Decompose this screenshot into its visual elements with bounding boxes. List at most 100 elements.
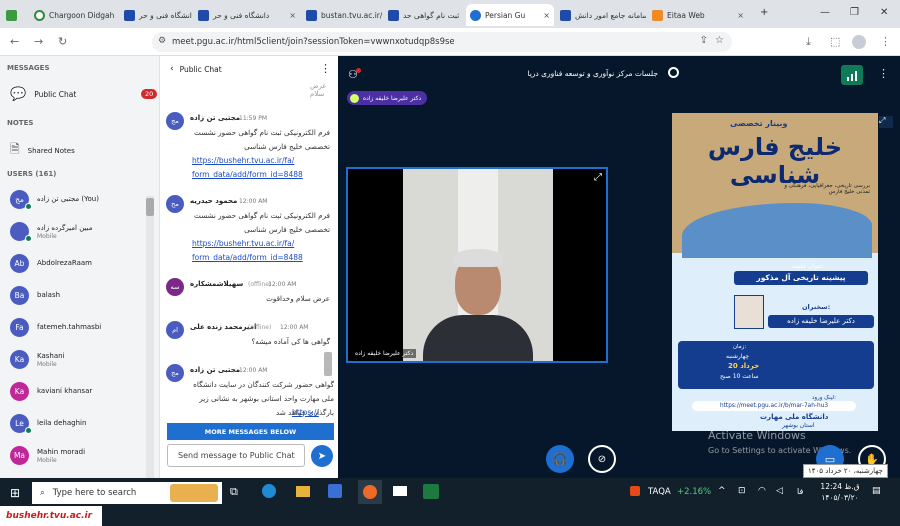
store-icon[interactable]	[328, 484, 342, 498]
user-list-item[interactable]: Ab AbdolrezaRaam	[10, 254, 92, 273]
tray-chevron-icon[interactable]: ^	[718, 486, 726, 496]
webcam-tile[interactable]: ⤢ دکتر علیرضا خلیفه زاده	[346, 167, 608, 363]
sidebar-item-shared-notes[interactable]: 🗎 Shared Notes	[10, 140, 75, 161]
browser-tab-bar: Chargoon Didgah× دانشگاه فنی و حر دانشگا…	[0, 0, 900, 28]
extension-icon[interactable]: ⬚	[830, 35, 840, 48]
wifi-icon[interactable]: ◠	[758, 486, 766, 496]
star-icon[interactable]: ☆	[715, 35, 724, 46]
excel-icon[interactable]	[423, 484, 439, 499]
message-author: مجتبی تن زاده	[190, 114, 241, 122]
options-menu-icon[interactable]: ⋮	[878, 67, 889, 80]
close-icon[interactable]: ×	[289, 11, 296, 20]
forward-icon[interactable]: →	[34, 35, 43, 48]
mail-icon[interactable]	[393, 486, 407, 496]
system-clock[interactable]: 12:24 ق.ظ ۱۴۰۵/۰۳/۲۰	[820, 481, 860, 503]
avatar: Fa	[10, 318, 29, 337]
site-info-icon[interactable]: ⚙	[158, 36, 166, 46]
avatar: Ma	[10, 446, 29, 465]
browser-tab[interactable]: دانشگاه فنی و حر	[120, 4, 192, 26]
tab-label: دانشگاه فنی و حر	[213, 10, 270, 20]
scrollbar-thumb[interactable]	[146, 198, 154, 216]
user-list-item[interactable]: Ba balash	[10, 286, 60, 305]
user-list-item[interactable]: Fa fatemeh.tahmasbi	[10, 318, 101, 337]
message-link[interactable]: https://	[292, 406, 319, 420]
sidebar-item-public-chat[interactable]: 💬 Public Chat 20	[10, 87, 158, 102]
tab-favicon	[6, 9, 17, 21]
browser-tab[interactable]: Eitaa Web ×	[648, 4, 748, 26]
browser-tab[interactable]: bustan.tvu.ac.ir/	[302, 4, 382, 26]
slide-sea	[682, 203, 872, 258]
language-indicator[interactable]: فا	[797, 487, 803, 496]
chat-back-button[interactable]: ‹ Public Chat	[170, 64, 222, 74]
connection-status-icon[interactable]	[841, 65, 863, 85]
download-icon[interactable]: ⤓	[806, 35, 811, 49]
chat-options-icon[interactable]: ⋮	[320, 62, 331, 75]
audio-button[interactable]: 🎧	[546, 445, 574, 473]
menu-icon[interactable]: ⋮	[880, 35, 891, 48]
presenter-hair	[453, 249, 503, 267]
speaker-icon	[470, 9, 481, 21]
message-link[interactable]: https://bushehr.tvu.ac.ir/fa/	[192, 237, 294, 251]
avatar: Ab	[10, 254, 29, 273]
fullscreen-icon[interactable]: ⤢	[594, 172, 602, 183]
volume-icon[interactable]: ◁	[776, 486, 783, 496]
url-field[interactable]: ⚙ meet.pgu.ac.ir/html5client/join?sessio…	[152, 32, 732, 52]
network-icon[interactable]: ⊡	[738, 486, 746, 496]
chat-message-input[interactable]: Send message to Public Chat	[167, 444, 305, 467]
user-name: leila dehaghin	[37, 419, 87, 427]
user-list-item[interactable]: Ka kaviani khansar	[10, 382, 92, 401]
more-messages-button[interactable]: MORE MESSAGES BELOW	[167, 423, 334, 440]
back-icon[interactable]: ←	[10, 35, 19, 48]
message-time: 12:00 AM	[239, 367, 268, 374]
new-tab-button[interactable]: +	[760, 7, 768, 18]
headphones-icon: 🎧	[552, 452, 568, 466]
recording-indicator-icon[interactable]	[668, 67, 679, 78]
video-button[interactable]: ⊘	[588, 445, 616, 473]
search-icon: ⌕	[40, 488, 45, 498]
restore-icon[interactable]: ❐	[850, 7, 859, 18]
close-window-icon[interactable]: ✕	[880, 7, 888, 18]
close-icon[interactable]: ×	[543, 11, 550, 20]
browser-tab[interactable]	[2, 4, 28, 26]
taskbar-search-box[interactable]: ⌕ Type here to search	[32, 482, 222, 504]
chat-icon: 💬	[10, 87, 27, 102]
presentation-area: ⚇ جلسات مرکز نوآوری و توسعه فناوری دریا …	[338, 56, 900, 478]
user-list-scrollbar[interactable]	[146, 196, 154, 478]
minimize-icon[interactable]: —	[820, 7, 830, 18]
presenter-talking-indicator: دکتر علیرضا خلیفه زاده	[347, 91, 428, 105]
file-explorer-icon[interactable]	[296, 486, 310, 497]
chat-scrollbar-thumb[interactable]	[324, 352, 332, 376]
windows-start-icon[interactable]: ⊞	[10, 486, 20, 500]
browser-tab[interactable]: دانشگاه فنی و حر ×	[194, 4, 300, 26]
firefox-icon	[363, 485, 377, 499]
tab-label: bustan.tvu.ac.ir/	[321, 10, 382, 20]
signal-bar	[855, 71, 857, 81]
user-list-item[interactable]: Le leila dehaghin	[10, 414, 87, 434]
user-list-item[interactable]: مبین امیرگرده زاده Mobile	[10, 222, 93, 242]
user-list-item[interactable]: Ma Mahin moradi Mobile	[10, 446, 85, 465]
user-list-item[interactable]: Ka Kashani Mobile	[10, 350, 65, 369]
clock-date: ۱۴۰۵/۰۳/۲۰	[821, 493, 859, 502]
profile-icon[interactable]	[852, 35, 866, 49]
stock-change[interactable]: +2.16%	[677, 487, 711, 497]
close-icon[interactable]: ×	[737, 11, 744, 20]
browser-tab-active[interactable]: Persian Gu ×	[466, 4, 554, 26]
message-link[interactable]: form_data/add/form_id=8488	[192, 168, 303, 182]
user-list-item[interactable]: مج مجتبی تن زاده (You)	[10, 190, 99, 210]
browser-tab[interactable]: ثبت نام گواهی حد	[384, 4, 464, 26]
message-link[interactable]: form_data/add/form_id=8488	[192, 251, 303, 265]
message-link[interactable]: https://bushehr.tvu.ac.ir/fa/	[192, 154, 294, 168]
notifications-icon[interactable]: ▤	[872, 486, 881, 496]
edge-icon[interactable]	[262, 484, 276, 498]
browser-tab[interactable]: Chargoon Didgah×	[30, 4, 118, 26]
slide-speaker-label: سخنران:	[802, 303, 831, 311]
firefox-taskbar-button[interactable]	[358, 480, 382, 504]
task-view-icon[interactable]: ⧉	[230, 485, 238, 499]
send-button[interactable]: ➤	[311, 445, 333, 467]
reload-icon[interactable]: ↻	[58, 35, 67, 48]
stock-name[interactable]: TAQA	[648, 487, 671, 497]
slide-fullscreen-icon[interactable]: ⤢	[879, 116, 893, 128]
share-icon[interactable]: ⇪	[700, 35, 708, 46]
user-info: Mahin moradi Mobile	[37, 448, 85, 464]
browser-tab[interactable]: سامانه جامع امور دانش×	[556, 4, 646, 26]
